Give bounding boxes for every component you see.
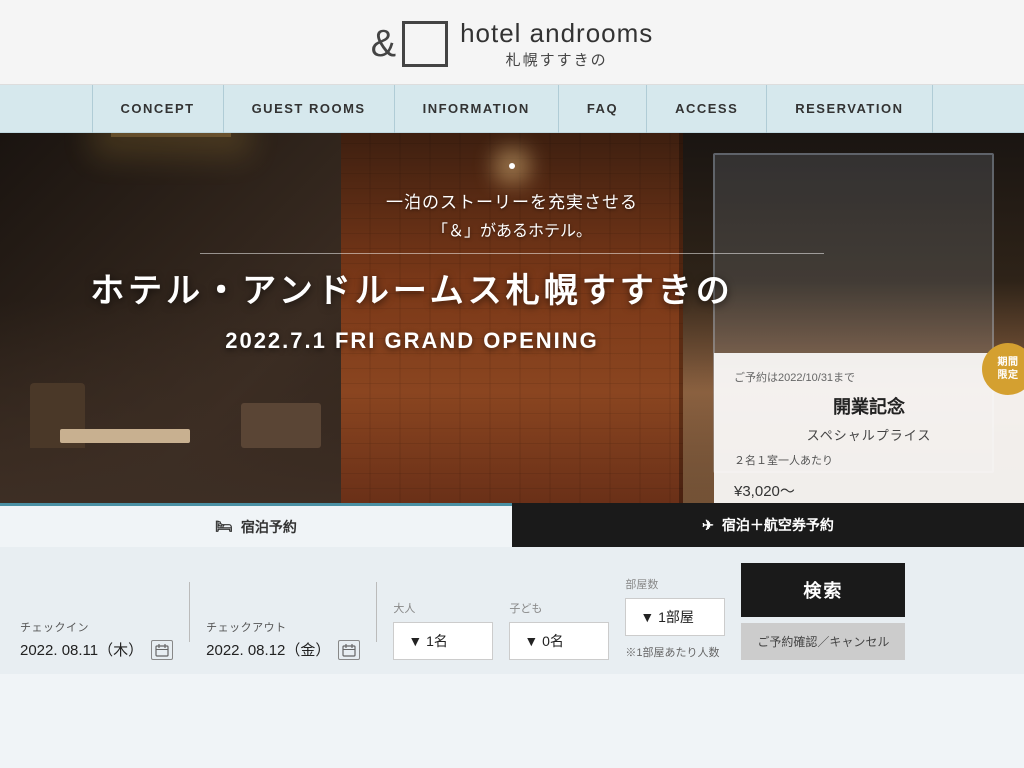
rooms-select[interactable]: ▼ 1部屋 (625, 598, 725, 636)
children-field: 子ども ▼ 0名 (509, 600, 609, 660)
logo-square-icon (402, 21, 448, 67)
nav: CONCEPT GUEST ROOMS INFORMATION FAQ ACCE… (0, 85, 1024, 133)
room-bed (241, 403, 321, 448)
period-badge: 期間 限定 (982, 343, 1024, 395)
logo-container: & hotel androoms 札幌すすきの (371, 18, 654, 70)
header: & hotel androoms 札幌すすきの (0, 0, 1024, 85)
nav-item-guest-rooms[interactable]: GUEST ROOMS (224, 85, 395, 133)
offer-per-person: ２名１室一人あたり (734, 452, 1004, 468)
special-offer-card: 期間 限定 ご予約は2022/10/31まで 開業記念 スペシャルプライス ２名… (714, 353, 1024, 503)
ceiling-light-mid (509, 163, 515, 169)
period-line1: 期間 (998, 356, 1019, 369)
adults-select[interactable]: ▼ 1名 (393, 622, 493, 660)
period-line2: 限定 (998, 369, 1019, 382)
hero-section: 一泊のストーリーを充実させる 「＆」があるホテル。 ホテル・アンドルームス札幌す… (0, 133, 1024, 503)
checkout-value-row: 2022. 08.12（金） (206, 639, 360, 660)
nav-item-concept[interactable]: CONCEPT (92, 85, 224, 133)
brick-pattern (341, 133, 682, 503)
adults-label: 大人 (393, 600, 493, 616)
rooms-label: 部屋数 (625, 576, 725, 592)
children-label: 子ども (509, 600, 609, 616)
hotel-location: 札幌すすきの (460, 49, 653, 70)
logo-icon: & (371, 21, 448, 67)
booking-form: チェックイン 2022. 08.11（木） チェックアウト 2022. 08.1… (0, 547, 1024, 674)
offer-subtitle: スペシャルプライス (734, 425, 1004, 444)
checkout-field: チェックアウト 2022. 08.12（金） (206, 619, 360, 660)
button-column: 検索 ご予約確認／キャンセル (741, 563, 905, 660)
tab-flight-label: 宿泊＋航空券予約 (722, 515, 834, 535)
nav-item-access[interactable]: ACCESS (647, 85, 767, 133)
offer-title: 開業記念 (734, 393, 1004, 419)
field-divider-1 (189, 582, 190, 642)
booking-tabs: 🛏 宿泊予約 ✈ 宿泊＋航空券予約 (0, 503, 1024, 547)
adults-value: ▼ 1名 (408, 631, 478, 651)
room-table (60, 429, 190, 443)
tab-flight-stay[interactable]: ✈ 宿泊＋航空券予約 (512, 503, 1024, 547)
tab-stay-label: 宿泊予約 (241, 517, 297, 537)
ceiling-light-left (111, 133, 231, 137)
children-select[interactable]: ▼ 0名 (509, 622, 609, 660)
plane-icon: ✈ (702, 517, 714, 534)
nav-item-information[interactable]: INFORMATION (395, 85, 559, 133)
bed-icon: 🛏 (215, 518, 233, 535)
checkin-field: チェックイン 2022. 08.11（木） (20, 619, 173, 660)
adults-field: 大人 ▼ 1名 (393, 600, 493, 660)
nav-item-reservation[interactable]: RESERVATION (767, 85, 932, 133)
checkout-calendar-icon[interactable] (338, 640, 360, 660)
nav-item-faq[interactable]: FAQ (559, 85, 647, 133)
checkout-label: チェックアウト (206, 619, 360, 635)
checkout-value: 2022. 08.12（金） (206, 639, 330, 660)
per-room-note: ※1部屋あたり人数 (625, 644, 725, 660)
children-value: ▼ 0名 (524, 631, 594, 651)
logo-text: hotel androoms 札幌すすきの (460, 18, 653, 70)
search-button[interactable]: 検索 (741, 563, 905, 617)
offer-price-value: ¥3,020〜 (734, 483, 795, 500)
field-divider-2 (376, 582, 377, 642)
ampersand-icon: & (371, 25, 396, 63)
checkin-value-row: 2022. 08.11（木） (20, 639, 173, 660)
rooms-field: 部屋数 ▼ 1部屋 ※1部屋あたり人数 (625, 576, 725, 660)
hero-panel-left (0, 133, 341, 503)
tab-stay[interactable]: 🛏 宿泊予約 (0, 503, 512, 547)
confirm-button[interactable]: ご予約確認／キャンセル (741, 623, 905, 660)
nav-inner: CONCEPT GUEST ROOMS INFORMATION FAQ ACCE… (92, 85, 933, 133)
rooms-value: ▼ 1部屋 (640, 607, 710, 627)
checkin-label: チェックイン (20, 619, 173, 635)
checkin-value: 2022. 08.11（木） (20, 639, 143, 660)
offer-date: ご予約は2022/10/31まで (734, 369, 1004, 385)
hero-panel-mid (341, 133, 682, 503)
checkin-calendar-icon[interactable] (151, 640, 173, 660)
offer-price: ¥3,020〜 (734, 472, 1004, 503)
hotel-name: hotel androoms (460, 18, 653, 49)
